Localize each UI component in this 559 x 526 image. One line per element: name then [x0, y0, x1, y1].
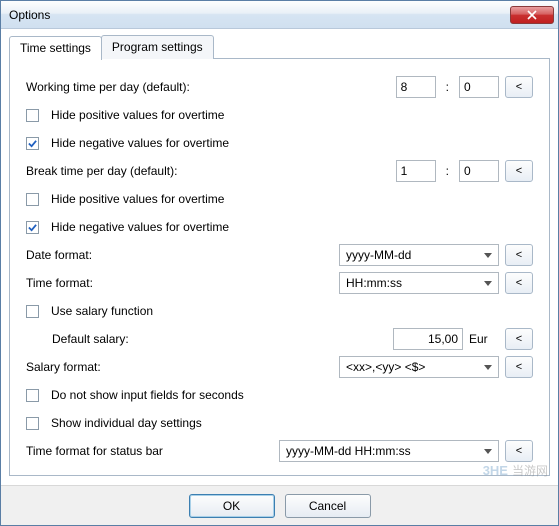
row-status-format: Time format for status bar yyyy-MM-dd HH…	[26, 437, 533, 465]
titlebar: Options	[1, 1, 558, 29]
tab-program-settings[interactable]: Program settings	[101, 35, 214, 59]
status-format-value: yyyy-MM-dd HH:mm:ss	[286, 444, 478, 458]
wt-hide-pos-label: Hide positive values for overtime	[51, 108, 224, 122]
working-hours-input[interactable]	[396, 76, 436, 98]
working-time-label: Working time per day (default):	[26, 80, 390, 94]
cancel-button[interactable]: Cancel	[285, 494, 371, 518]
row-use-salary: Use salary function	[26, 297, 533, 325]
wt-hide-pos-checkbox[interactable]	[26, 109, 39, 122]
row-wt-hide-pos: Hide positive values for overtime	[26, 101, 533, 129]
use-salary-label: Use salary function	[51, 304, 153, 318]
default-salary-label: Default salary:	[52, 332, 387, 346]
chevron-down-icon	[484, 449, 492, 454]
default-salary-input[interactable]	[393, 328, 463, 350]
wt-hide-neg-checkbox[interactable]	[26, 137, 39, 150]
row-break-time: Break time per day (default): : <	[26, 157, 533, 185]
row-hide-seconds: Do not show input fields for seconds	[26, 381, 533, 409]
tab-time-settings[interactable]: Time settings	[9, 36, 102, 60]
bt-hide-pos-label: Hide positive values for overtime	[51, 192, 224, 206]
date-format-select[interactable]: yyyy-MM-dd	[339, 244, 499, 266]
break-time-label: Break time per day (default):	[26, 164, 390, 178]
close-button[interactable]	[510, 6, 554, 24]
chevron-down-icon	[484, 253, 492, 258]
wt-hide-neg-label: Hide negative values for overtime	[51, 136, 229, 150]
status-format-label: Time format for status bar	[26, 444, 273, 458]
bt-hide-pos-checkbox[interactable]	[26, 193, 39, 206]
bt-hide-neg-checkbox[interactable]	[26, 221, 39, 234]
break-minutes-input[interactable]	[459, 160, 499, 182]
salary-format-reset-button[interactable]: <	[505, 356, 533, 378]
tabs-area: Time settings Program settings Working t…	[1, 29, 558, 485]
tab-strip: Time settings Program settings	[9, 35, 550, 59]
options-window: Options Time settings Program settings W…	[0, 0, 559, 526]
time-format-value: HH:mm:ss	[346, 276, 478, 290]
row-working-time: Working time per day (default): : <	[26, 73, 533, 101]
row-default-salary: Default salary: Eur <	[26, 325, 533, 353]
hide-seconds-checkbox[interactable]	[26, 389, 39, 402]
row-time-format: Time format: HH:mm:ss <	[26, 269, 533, 297]
chevron-down-icon	[484, 281, 492, 286]
close-icon	[527, 10, 537, 20]
working-minutes-input[interactable]	[459, 76, 499, 98]
date-format-reset-button[interactable]: <	[505, 244, 533, 266]
use-salary-checkbox[interactable]	[26, 305, 39, 318]
salary-format-label: Salary format:	[26, 360, 333, 374]
bt-hide-neg-label: Hide negative values for overtime	[51, 220, 229, 234]
salary-format-value: <xx>,<yy> <$>	[346, 360, 478, 374]
row-show-individual: Show individual day settings	[26, 409, 533, 437]
row-bt-hide-neg: Hide negative values for overtime	[26, 213, 533, 241]
time-format-reset-button[interactable]: <	[505, 272, 533, 294]
hide-seconds-label: Do not show input fields for seconds	[51, 388, 244, 402]
break-time-reset-button[interactable]: <	[505, 160, 533, 182]
ok-button[interactable]: OK	[189, 494, 275, 518]
row-salary-format: Salary format: <xx>,<yy> <$> <	[26, 353, 533, 381]
time-format-select[interactable]: HH:mm:ss	[339, 272, 499, 294]
salary-format-select[interactable]: <xx>,<yy> <$>	[339, 356, 499, 378]
show-individual-label: Show individual day settings	[51, 416, 202, 430]
default-salary-reset-button[interactable]: <	[505, 328, 533, 350]
time-format-label: Time format:	[26, 276, 333, 290]
window-title: Options	[9, 8, 510, 22]
date-format-label: Date format:	[26, 248, 333, 262]
chevron-down-icon	[484, 365, 492, 370]
status-format-select[interactable]: yyyy-MM-dd HH:mm:ss	[279, 440, 499, 462]
row-date-format: Date format: yyyy-MM-dd <	[26, 241, 533, 269]
working-time-reset-button[interactable]: <	[505, 76, 533, 98]
row-bt-hide-pos: Hide positive values for overtime	[26, 185, 533, 213]
row-wt-hide-neg: Hide negative values for overtime	[26, 129, 533, 157]
status-format-reset-button[interactable]: <	[505, 440, 533, 462]
dialog-footer: OK Cancel	[1, 485, 558, 525]
show-individual-checkbox[interactable]	[26, 417, 39, 430]
break-hours-input[interactable]	[396, 160, 436, 182]
tab-panel-time: Working time per day (default): : < Hide…	[9, 58, 550, 476]
colon: :	[442, 80, 453, 94]
salary-currency-label: Eur	[469, 332, 499, 346]
date-format-value: yyyy-MM-dd	[346, 248, 478, 262]
colon: :	[442, 164, 453, 178]
